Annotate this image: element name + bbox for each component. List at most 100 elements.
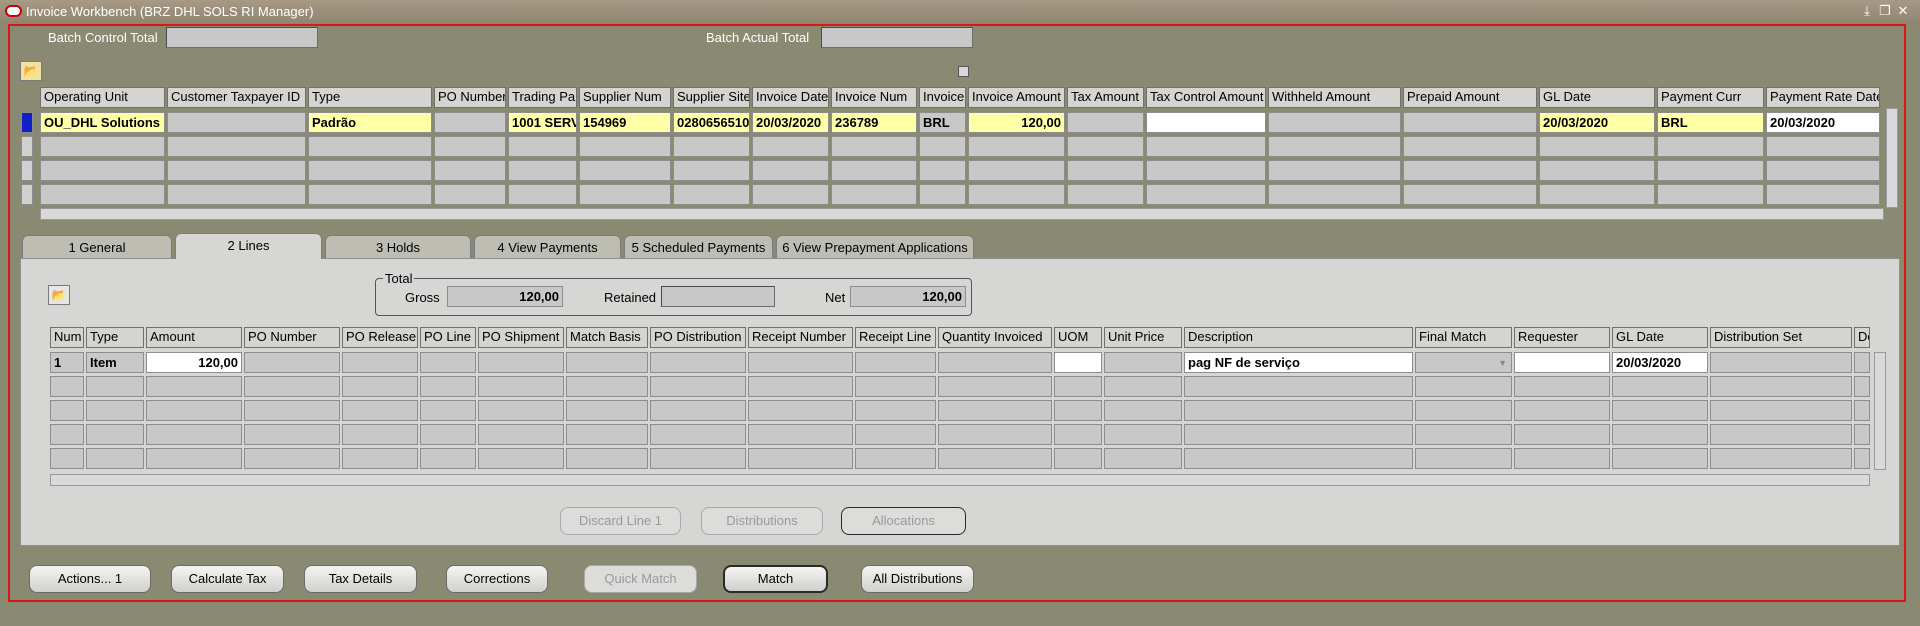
invoice-cell[interactable]: 154969: [579, 112, 671, 133]
lines-cell[interactable]: [478, 352, 564, 373]
lines-empty-cell[interactable]: [478, 376, 564, 397]
lines-empty-cell[interactable]: [1514, 376, 1610, 397]
lines-empty-cell[interactable]: [86, 424, 144, 445]
lines-empty-cell[interactable]: [420, 400, 476, 421]
invoice-empty-cell[interactable]: [831, 160, 917, 181]
discard-line-button[interactable]: Discard Line 1: [560, 507, 681, 535]
restore-icon[interactable]: ❐: [1878, 4, 1892, 18]
lines-empty-cell[interactable]: [938, 376, 1052, 397]
lines-empty-cell[interactable]: [342, 448, 418, 469]
lines-empty-cell[interactable]: [1184, 376, 1413, 397]
invoice-empty-cell[interactable]: [1067, 184, 1144, 205]
lines-empty-cell[interactable]: [650, 400, 746, 421]
invoice-empty-cell[interactable]: [1539, 160, 1655, 181]
lines-empty-cell[interactable]: [1415, 424, 1512, 445]
lines-empty-cell[interactable]: [1514, 400, 1610, 421]
lines-empty-cell[interactable]: [86, 448, 144, 469]
invoice-empty-cell[interactable]: [1657, 160, 1764, 181]
lines-empty-cell[interactable]: [938, 400, 1052, 421]
lines-empty-cell[interactable]: [855, 448, 936, 469]
invoice-empty-cell[interactable]: [308, 160, 432, 181]
lines-empty-cell[interactable]: [1184, 448, 1413, 469]
lines-empty-cell[interactable]: [478, 400, 564, 421]
invoice-table-horizontal-scrollbar[interactable]: [40, 208, 1884, 220]
lines-empty-cell[interactable]: [748, 424, 853, 445]
invoice-empty-cell[interactable]: [167, 160, 306, 181]
lines-empty-cell[interactable]: [244, 448, 340, 469]
lines-empty-cell[interactable]: [420, 424, 476, 445]
tab-4[interactable]: 4 View Payments: [474, 235, 621, 259]
lines-cell[interactable]: Item: [86, 352, 144, 373]
lines-empty-cell[interactable]: [342, 400, 418, 421]
invoice-empty-cell[interactable]: [968, 160, 1065, 181]
batch-control-total-field[interactable]: [166, 27, 318, 48]
invoice-cell[interactable]: BRL: [1657, 112, 1764, 133]
lines-empty-cell[interactable]: [1612, 376, 1708, 397]
lines-cell[interactable]: [650, 352, 746, 373]
tab-5[interactable]: 5 Scheduled Payments: [624, 235, 773, 259]
invoice-empty-cell[interactable]: [1268, 136, 1401, 157]
lines-empty-cell[interactable]: [50, 448, 84, 469]
invoice-empty-cell[interactable]: [752, 160, 829, 181]
invoice-empty-cell[interactable]: [508, 136, 577, 157]
lines-empty-cell[interactable]: [1854, 448, 1870, 469]
distributions-button[interactable]: Distributions: [701, 507, 823, 535]
lines-empty-cell[interactable]: [1415, 400, 1512, 421]
record-indicator[interactable]: [21, 184, 33, 205]
lines-cell[interactable]: 20/03/2020: [1612, 352, 1708, 373]
lines-empty-cell[interactable]: [146, 448, 242, 469]
lines-empty-cell[interactable]: [342, 424, 418, 445]
lines-empty-cell[interactable]: [1710, 448, 1852, 469]
lines-empty-cell[interactable]: [1054, 448, 1102, 469]
invoice-cell[interactable]: 236789: [831, 112, 917, 133]
lines-cell[interactable]: [855, 352, 936, 373]
actions-button[interactable]: Actions... 1: [29, 565, 151, 593]
lines-table-horizontal-scrollbar[interactable]: [50, 474, 1870, 486]
invoice-cell[interactable]: [1403, 112, 1537, 133]
tax-details-button[interactable]: Tax Details: [304, 565, 417, 593]
invoice-empty-cell[interactable]: [434, 184, 506, 205]
lines-empty-cell[interactable]: [1415, 448, 1512, 469]
record-indicator-selected[interactable]: [21, 112, 33, 133]
invoice-empty-cell[interactable]: [167, 136, 306, 157]
lines-empty-cell[interactable]: [855, 424, 936, 445]
lines-empty-cell[interactable]: [566, 376, 648, 397]
lines-empty-cell[interactable]: [650, 376, 746, 397]
invoice-empty-cell[interactable]: [434, 160, 506, 181]
invoice-cell[interactable]: 02806565100: [673, 112, 750, 133]
invoice-empty-cell[interactable]: [40, 160, 165, 181]
quick-match-button[interactable]: Quick Match: [584, 565, 697, 593]
invoice-empty-cell[interactable]: [308, 184, 432, 205]
lines-empty-cell[interactable]: [1854, 424, 1870, 445]
lines-empty-cell[interactable]: [1854, 376, 1870, 397]
lines-empty-cell[interactable]: [244, 400, 340, 421]
invoice-empty-cell[interactable]: [1146, 184, 1266, 205]
all-distributions-button[interactable]: All Distributions: [861, 565, 974, 593]
lines-empty-cell[interactable]: [420, 376, 476, 397]
lines-empty-cell[interactable]: [1854, 400, 1870, 421]
lines-empty-cell[interactable]: [748, 448, 853, 469]
lines-cell[interactable]: pag NF de serviço: [1184, 352, 1413, 373]
lines-cell[interactable]: [1710, 352, 1852, 373]
record-indicator[interactable]: [21, 136, 33, 157]
invoice-empty-cell[interactable]: [1146, 136, 1266, 157]
lines-empty-cell[interactable]: [478, 448, 564, 469]
invoice-cell[interactable]: [167, 112, 306, 133]
close-icon[interactable]: ✕: [1896, 4, 1910, 18]
invoice-empty-cell[interactable]: [308, 136, 432, 157]
invoice-table-vertical-scrollbar[interactable]: [1886, 108, 1898, 208]
invoice-empty-cell[interactable]: [919, 160, 966, 181]
calculate-tax-button[interactable]: Calculate Tax: [171, 565, 284, 593]
invoice-empty-cell[interactable]: [673, 160, 750, 181]
invoice-empty-cell[interactable]: [831, 184, 917, 205]
tab-6[interactable]: 6 View Prepayment Applications: [776, 235, 974, 259]
invoice-empty-cell[interactable]: [1657, 136, 1764, 157]
lines-empty-cell[interactable]: [748, 400, 853, 421]
invoice-empty-cell[interactable]: [1146, 160, 1266, 181]
lines-empty-cell[interactable]: [342, 376, 418, 397]
folder-icon[interactable]: 📂: [20, 61, 42, 81]
lines-cell[interactable]: [566, 352, 648, 373]
lines-empty-cell[interactable]: [1710, 400, 1852, 421]
lines-empty-cell[interactable]: [938, 424, 1052, 445]
record-indicator[interactable]: [21, 160, 33, 181]
